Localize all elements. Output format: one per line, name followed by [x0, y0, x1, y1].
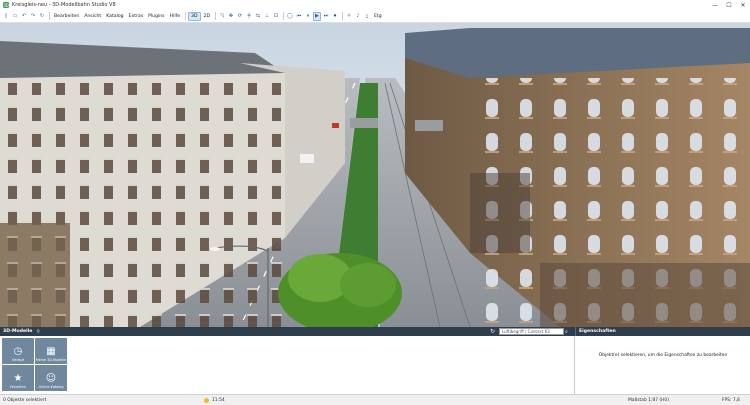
app-logo-icon: 3D [3, 2, 9, 8]
fast-forward-icon[interactable]: ⏭ [322, 12, 330, 21]
3d-viewport[interactable] [0, 23, 750, 327]
window-title: Kreisgleis-neu - 3D-Modellbahn Studio V8 [12, 2, 116, 8]
main-toolbar: ▯ ▭ ↶ ↷ ↻ Bearbeiten Ansicht Katalog Extras Plugi… [0, 10, 750, 23]
connect-icon[interactable]: ⇆ [254, 12, 262, 21]
speed-button[interactable]: Etg [372, 12, 384, 21]
download-icon[interactable]: ⤓ [363, 12, 371, 21]
star-icon: ★ [13, 373, 23, 385]
scale-display: Maßstab 1:87 (H0) [628, 397, 669, 403]
new-icon[interactable]: ▯ [2, 12, 10, 21]
view-3d-button[interactable]: 3D [188, 11, 201, 21]
minimize-button[interactable]: — [708, 0, 722, 10]
circle-icon[interactable]: ◯ [286, 12, 294, 21]
toolbar-separator [49, 12, 50, 20]
search-icon[interactable]: ⌕ [565, 329, 568, 335]
move-icon[interactable]: ✥ [227, 12, 235, 21]
menu-hilfe[interactable]: Hilfe [168, 12, 182, 21]
panel-header-bar: 3D-Modelle ⚲ ↻ ⌕ Eigenschaften [0, 327, 750, 336]
time-display[interactable]: 11:54 [212, 398, 225, 403]
clock-icon: ◷ [13, 346, 23, 358]
pause-icon[interactable]: ⏸ [304, 12, 312, 21]
toolbar-separator [341, 12, 343, 20]
menu-extras[interactable]: Extras [127, 12, 146, 21]
select-icon[interactable]: ◹ [218, 12, 226, 21]
close-button[interactable]: ✕ [736, 0, 750, 10]
tile-meine-3d-modelle[interactable]: ▦ Meine 3D-Modelle [35, 338, 67, 364]
tile-favoriten[interactable]: ★ Favoriten [2, 365, 34, 391]
menu-bearbeiten[interactable]: Bearbeiten [52, 12, 81, 21]
fps-display: FPS: 7,8 [722, 397, 740, 403]
menu-katalog[interactable]: Katalog [104, 12, 125, 21]
undo-icon[interactable]: ↶ [20, 12, 28, 21]
play-icon[interactable]: ▶ [312, 11, 321, 21]
pin-icon[interactable]: ⚲ [36, 329, 40, 335]
grid-icon: ▦ [46, 346, 56, 358]
toolbar-separator [282, 12, 284, 20]
app-window: 3D Kreisgleis-neu - 3D-Modellbahn Studio… [0, 0, 750, 405]
sound-icon[interactable]: ♪ [354, 12, 362, 21]
models-panel: ◷ Verlauf ▦ Meine 3D-Modelle ★ Favoriten… [0, 336, 575, 394]
rotate-icon[interactable]: ⟳ [236, 12, 244, 21]
weather-icon[interactable]: ☼ [345, 12, 353, 21]
catalog-search-input[interactable] [499, 328, 564, 335]
tile-verlauf[interactable]: ◷ Verlauf [2, 338, 34, 364]
toolbar-separator [214, 12, 216, 20]
track-icon[interactable]: ╪ [245, 12, 253, 21]
redo-icon[interactable]: ↷ [29, 12, 37, 21]
menu-ansicht[interactable]: Ansicht [82, 12, 103, 21]
open-icon[interactable]: ▭ [11, 12, 19, 21]
menu-plugins[interactable]: Plugins [146, 12, 166, 21]
status-bar: 0 Objekte selektiert 11:54 Maßstab 1:87 … [0, 394, 750, 405]
sun-icon [204, 397, 209, 403]
title-bar: 3D Kreisgleis-neu - 3D-Modellbahn Studio… [0, 0, 750, 10]
record-icon[interactable]: ⏺ [331, 12, 339, 21]
view-2d-button[interactable]: 2D [202, 12, 212, 21]
properties-panel: Objekt(e) selektieren, um die Eigenschaf… [576, 336, 750, 394]
crane-icon[interactable]: ⊥ [263, 12, 271, 21]
reload-icon[interactable]: ↻ [38, 12, 46, 21]
properties-panel-title: Eigenschaften [579, 329, 616, 334]
people-icon: ☺ [45, 373, 57, 385]
models-panel-title: 3D-Modelle [3, 329, 33, 334]
maximize-button[interactable]: ☐ [722, 0, 736, 10]
selection-status: 0 Objekte selektiert [3, 397, 47, 403]
tile-online-katalog[interactable]: ☺ Online-Katalog [35, 365, 67, 391]
refresh-icon[interactable]: ↻ [490, 328, 495, 335]
lock-icon[interactable]: ⊡ [272, 12, 280, 21]
properties-hint: Objekt(e) selektieren, um die Eigenschaf… [598, 353, 728, 358]
toolbar-separator [185, 12, 187, 20]
step-back-icon[interactable]: ⏮ [295, 12, 303, 21]
